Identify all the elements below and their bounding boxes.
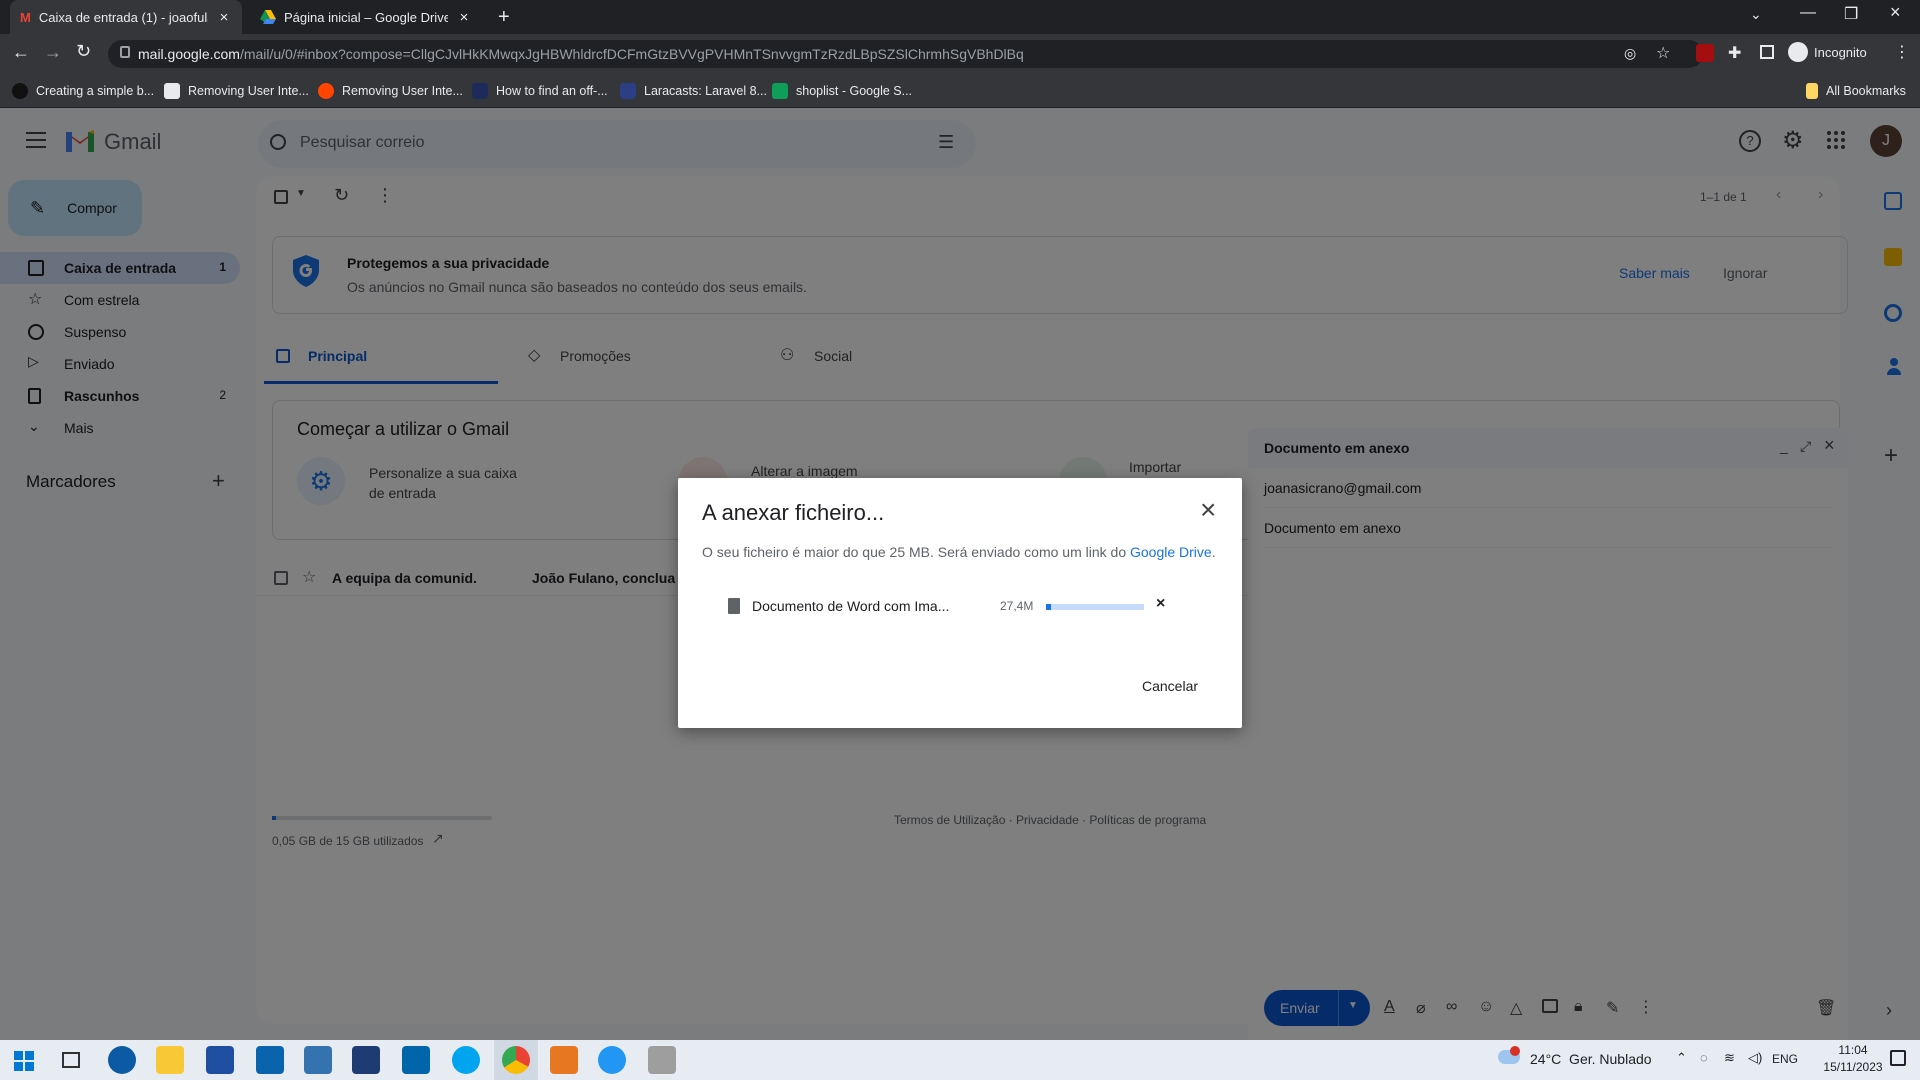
clock-time[interactable]: 11:04	[1818, 1043, 1888, 1057]
tab-title: Página inicial – Google Drive	[284, 9, 448, 25]
bookmark-item[interactable]: Laracasts: Laravel 8...	[620, 74, 767, 108]
forward-icon[interactable]: →	[44, 42, 62, 63]
side-panel-icon[interactable]	[1760, 45, 1774, 59]
bookmark-star-icon[interactable]: ☆	[1656, 43, 1670, 63]
url-path: /mail/u/0/#inbox?compose=CllgCJvlHkKMwqx…	[239, 46, 1024, 62]
extension-badge-icon[interactable]	[1696, 44, 1714, 62]
dialog-message-period: .	[1211, 544, 1216, 560]
tab-title: Caixa de entrada (1) - joaofulano	[38, 9, 208, 25]
tray-expand-icon[interactable]: ⌃	[1676, 1050, 1687, 1066]
cancel-upload-icon[interactable]: ×	[1156, 595, 1165, 613]
app-icon[interactable]	[550, 1046, 578, 1074]
extensions-icon[interactable]: ✚	[1728, 43, 1741, 63]
notification-dot	[1510, 1046, 1520, 1056]
tab-drive[interactable]: Página inicial – Google Drive ×	[250, 0, 482, 34]
bookmark-label: shoplist - Google S...	[796, 84, 913, 98]
close-tab-icon[interactable]: ×	[216, 9, 232, 26]
bookmark-favicon-icon	[12, 83, 28, 99]
reload-icon[interactable]: ↻	[76, 41, 91, 62]
tab-search-icon[interactable]: ⌄	[1750, 6, 1762, 23]
all-bookmarks-label: All Bookmarks	[1826, 84, 1906, 98]
eye-off-icon[interactable]: ◎	[1624, 45, 1636, 62]
folder-icon	[1806, 83, 1818, 99]
dialog-message-text: O seu ficheiro é maior do que 25 MB. Ser…	[702, 544, 1130, 560]
bookmark-label: Removing User Inte...	[342, 84, 463, 98]
clock-date[interactable]: 15/11/2023	[1818, 1060, 1888, 1074]
bookmark-item[interactable]: Creating a simple b...	[12, 74, 154, 108]
bookmark-favicon-icon	[472, 83, 488, 99]
browser-menu-icon[interactable]: ⋮	[1894, 42, 1910, 62]
edge-icon[interactable]	[108, 1046, 136, 1074]
google-drive-link[interactable]: Google Drive	[1130, 544, 1212, 560]
cancel-button[interactable]: Cancelar	[1142, 678, 1198, 694]
bookmark-item[interactable]: How to find an off-...	[472, 74, 608, 108]
minimize-window-icon[interactable]: —	[1800, 4, 1816, 22]
tab-gmail[interactable]: M Caixa de entrada (1) - joaofulano ×	[10, 0, 242, 34]
close-tab-icon[interactable]: ×	[456, 9, 472, 26]
gmail-favicon-icon: M	[20, 9, 31, 25]
window-app-icon[interactable]	[304, 1046, 332, 1074]
file-explorer-icon[interactable]	[156, 1046, 184, 1074]
task-view-icon[interactable]	[62, 1052, 80, 1068]
dialog-title: A anexar ficheiro...	[702, 500, 885, 525]
new-tab-button[interactable]: +	[498, 6, 510, 29]
bookmark-item[interactable]: shoplist - Google S...	[772, 74, 912, 108]
bookmark-label: Removing User Inte...	[188, 84, 309, 98]
app-icon[interactable]	[452, 1046, 480, 1074]
file-size: 27,4M	[1000, 599, 1034, 613]
restore-window-icon[interactable]: ❐	[1844, 4, 1858, 24]
weather-text[interactable]: 24°C Ger. Nublado	[1530, 1051, 1652, 1067]
app-icon[interactable]	[648, 1046, 676, 1074]
back-icon[interactable]: ←	[12, 42, 30, 63]
bookmark-favicon-icon	[164, 83, 180, 99]
store-icon[interactable]	[206, 1046, 234, 1074]
close-window-icon[interactable]: ×	[1890, 2, 1901, 23]
profile-label: Incognito	[1814, 44, 1867, 60]
language-indicator[interactable]: ENG	[1772, 1052, 1798, 1066]
powershell-icon[interactable]	[352, 1046, 380, 1074]
bookmark-item[interactable]: Removing User Inte...	[318, 74, 463, 108]
site-info-icon[interactable]	[120, 46, 130, 58]
vscode-icon[interactable]	[402, 1046, 430, 1074]
incognito-icon	[1788, 42, 1808, 62]
incognito-profile-button[interactable]: Incognito	[1788, 42, 1867, 62]
all-bookmarks-button[interactable]: All Bookmarks	[1806, 74, 1906, 108]
bookmark-item[interactable]: Removing User Inte...	[164, 74, 309, 108]
file-icon	[728, 598, 740, 614]
address-bar[interactable]: mail.google.com/mail/u/0/#inbox?compose=…	[108, 40, 1703, 68]
bookmark-label: Laracasts: Laravel 8...	[644, 84, 767, 98]
attach-dialog: A anexar ficheiro... × O seu ficheiro é …	[678, 478, 1242, 728]
bookmark-label: How to find an off-...	[496, 84, 608, 98]
volume-icon[interactable]: ◁)	[1748, 1050, 1762, 1066]
bookmark-label: Creating a simple b...	[36, 84, 155, 98]
notifications-icon[interactable]	[1890, 1050, 1906, 1066]
dialog-message: O seu ficheiro é maior do que 25 MB. Ser…	[702, 544, 1216, 560]
network-icon[interactable]: ◌	[1700, 1050, 1708, 1065]
drive-favicon-icon	[260, 10, 276, 24]
url-host: mail.google.com	[138, 46, 240, 62]
upload-progress-fill	[1046, 604, 1051, 610]
wifi-icon[interactable]: ≋	[1724, 1050, 1735, 1066]
close-dialog-icon[interactable]: ×	[1200, 496, 1216, 524]
windows-start-icon[interactable]	[14, 1051, 34, 1071]
reddit-icon	[318, 83, 334, 99]
laracasts-icon	[620, 83, 636, 99]
chrome-icon[interactable]	[502, 1046, 530, 1074]
app-icon[interactable]	[598, 1046, 626, 1074]
upload-progress-bar	[1046, 604, 1144, 610]
file-name: Documento de Word com Ima...	[752, 598, 950, 614]
mail-icon[interactable]	[256, 1046, 284, 1074]
sheets-icon	[772, 83, 788, 99]
